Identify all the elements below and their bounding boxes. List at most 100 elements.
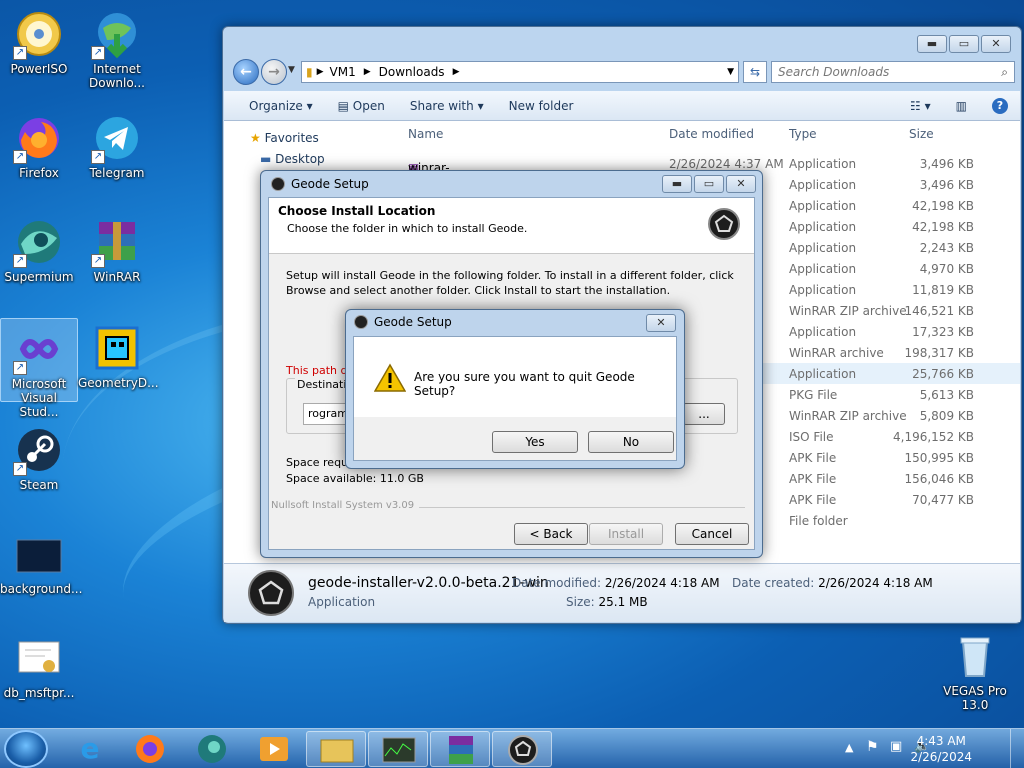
browse-button[interactable]: ... [683, 403, 725, 425]
close-button[interactable]: ✕ [726, 175, 756, 193]
clock-time: 4:43 AM [916, 734, 966, 748]
shortcut-arrow-icon: ↗ [91, 46, 105, 60]
taskbar-winrar[interactable] [430, 731, 490, 767]
setup-description: Setup will install Geode in the followin… [286, 269, 734, 297]
file-type: APK File [789, 493, 837, 507]
setup-header: Choose Install Location Choose the folde… [269, 198, 754, 254]
open-button[interactable]: ▤ Open [338, 99, 385, 113]
network-icon[interactable]: ▣ [890, 739, 902, 754]
view-options-icon[interactable]: ☷ ▾ [910, 99, 931, 113]
desktop-icon-telegram[interactable]: ↗ Telegram [78, 108, 156, 180]
file-size: 42,198 KB [912, 199, 974, 213]
search-icon: ⌕ [1001, 65, 1008, 79]
maximize-button[interactable]: ▭ [949, 35, 979, 53]
breadcrumb-vm1[interactable]: VM1 [330, 65, 356, 79]
start-button[interactable] [4, 730, 48, 768]
desktop-icon-internet-download[interactable]: ↗ Internet Downlo... [78, 4, 156, 90]
desktop-icon-poweriso[interactable]: ↗ PowerISO [0, 4, 78, 76]
search-input[interactable]: Search Downloads ⌕ [771, 61, 1015, 83]
desktop-icon-db-msftpr[interactable]: db_msftpr... [0, 628, 78, 700]
breadcrumb-chevron-icon: ▶ [316, 67, 324, 77]
breadcrumb-downloads[interactable]: Downloads [379, 65, 445, 79]
help-icon[interactable]: ? [992, 97, 1008, 114]
taskbar-task-manager[interactable] [368, 731, 428, 767]
back-button[interactable]: < Back [514, 523, 588, 545]
desktop-icon-label: Supermium [4, 270, 74, 284]
yes-button[interactable]: Yes [492, 431, 578, 453]
action-center-flag-icon[interactable]: ⚑ [866, 739, 879, 755]
winrar-icon: ↗ [91, 218, 141, 268]
nav-desktop[interactable]: ▬ Desktop [260, 152, 325, 166]
share-with-menu[interactable]: Share with ▾ [410, 99, 484, 113]
file-type: APK File [789, 472, 837, 486]
minimize-button[interactable]: ▬ [662, 175, 692, 193]
shortcut-arrow-icon: ↗ [13, 150, 27, 164]
forward-button[interactable]: → [261, 59, 287, 85]
file-type: PKG File [789, 388, 838, 402]
no-button[interactable]: No [588, 431, 674, 453]
nav-favorites[interactable]: ★ Favorites [250, 131, 319, 145]
column-size[interactable]: Size [909, 127, 934, 141]
telegram-icon: ↗ [91, 114, 141, 164]
star-icon: ★ [250, 131, 261, 145]
address-bar[interactable]: ▮ ▶ VM1 ▶ Downloads ▶ ▼ [301, 61, 739, 83]
taskbar: e ▲ ⚑ ▣ 🔈 4:43 AM 2/26/2024 [0, 728, 1024, 768]
certificate-icon [15, 634, 63, 682]
desktop-icon-winrar[interactable]: ↗ WinRAR [78, 212, 156, 284]
desktop-icon-label: background... [0, 582, 83, 596]
show-desktop-button[interactable] [1010, 729, 1024, 768]
close-button[interactable]: ✕ [646, 314, 676, 332]
taskbar-geode-setup[interactable] [492, 731, 552, 767]
close-button[interactable]: ✕ [981, 35, 1011, 53]
cancel-button[interactable]: Cancel [675, 523, 749, 545]
file-size: 11,819 KB [912, 283, 974, 297]
taskbar-ie[interactable]: e [60, 731, 120, 767]
preview-pane-icon[interactable]: ▥ [956, 99, 967, 113]
desktop-icon-background[interactable]: background... [0, 524, 83, 596]
shortcut-arrow-icon: ↗ [91, 254, 105, 268]
recent-pages-chevron-icon[interactable]: ▼ [288, 65, 295, 75]
file-size: 25,766 KB [912, 367, 974, 381]
shortcut-arrow-icon: ↗ [13, 462, 27, 476]
clock[interactable]: 4:43 AM 2/26/2024 [910, 733, 972, 765]
steam-icon: ↗ [13, 426, 63, 476]
setup-subheading: Choose the folder in which to install Ge… [287, 222, 528, 235]
file-type: Application [789, 220, 857, 234]
taskbar-media-player[interactable] [244, 731, 304, 767]
file-type: APK File [789, 451, 837, 465]
file-size: 70,477 KB [912, 493, 974, 507]
desktop-icon-label: db_msftpr... [3, 686, 75, 700]
file-size: 156,046 KB [904, 472, 974, 486]
desktop-icon-label: Firefox [19, 166, 59, 180]
details-date-modified: Date modified: 2/26/2024 4:18 AM [512, 576, 720, 590]
column-name[interactable]: Name [408, 127, 443, 141]
minimize-button[interactable]: ▬ [917, 35, 947, 53]
file-type: Application [789, 325, 857, 339]
file-size: 42,198 KB [912, 220, 974, 234]
desktop-icon-firefox[interactable]: ↗ Firefox [0, 108, 78, 180]
desktop-icon-geometry-dash[interactable]: GeometryD... [78, 318, 159, 390]
column-type[interactable]: Type [789, 127, 817, 141]
new-folder-button[interactable]: New folder [509, 99, 574, 113]
taskbar-firefox[interactable] [120, 731, 180, 767]
taskbar-supermium[interactable] [182, 731, 242, 767]
poweriso-icon: ↗ [13, 10, 63, 60]
refresh-button[interactable]: ⇆ [743, 61, 767, 83]
desktop-icon-steam[interactable]: ↗ Steam [0, 420, 78, 492]
address-dropdown-icon[interactable]: ▼ [727, 67, 734, 77]
taskbar-explorer[interactable] [306, 731, 366, 767]
divider [419, 507, 745, 508]
geode-icon [248, 570, 294, 616]
back-button[interactable]: ← [233, 59, 259, 85]
warning-icon [373, 363, 407, 396]
organize-menu[interactable]: Organize ▾ [249, 99, 313, 113]
desktop-icon-vegas-pro[interactable]: VEGAS Pro 13.0 [936, 626, 1014, 712]
show-hidden-icons-icon[interactable]: ▲ [845, 741, 853, 754]
quit-confirm-dialog[interactable]: Geode Setup ✕ Are you sure you want to q… [345, 309, 685, 469]
confirm-message: Are you sure you want to quit Geode Setu… [414, 370, 635, 398]
column-date-modified[interactable]: Date modified [669, 127, 754, 141]
desktop-icon-supermium[interactable]: ↗ Supermium [0, 212, 78, 284]
maximize-button[interactable]: ▭ [694, 175, 724, 193]
window-controls: ▬ ▭ ✕ [917, 35, 1011, 53]
desktop-icon-visual-studio[interactable]: ↗ Microsoft Visual Stud... [0, 318, 78, 419]
